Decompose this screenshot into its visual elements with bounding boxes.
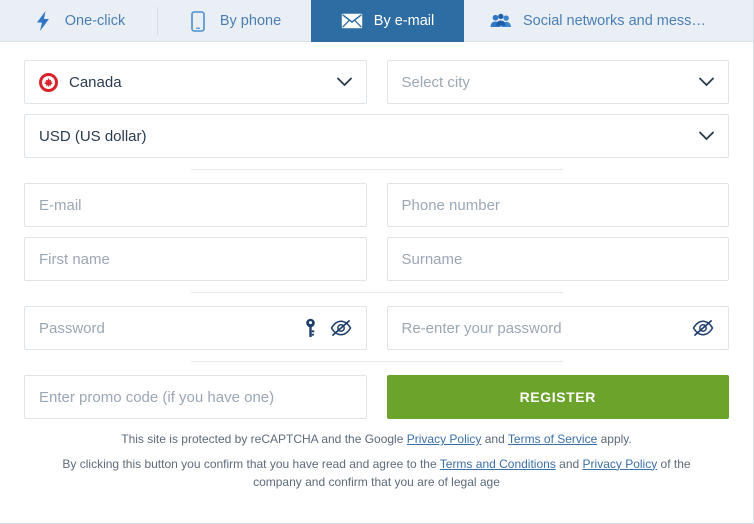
first-name-field[interactable]: First name <box>24 237 367 281</box>
canada-flag-icon <box>39 72 58 92</box>
terms-text-pre: By clicking this button you confirm that… <box>62 456 440 471</box>
password-placeholder: Password <box>39 319 105 337</box>
recaptcha-text-pre: This site is protected by reCAPTCHA and … <box>121 432 407 446</box>
recaptcha-notice: This site is protected by reCAPTCHA and … <box>24 419 729 449</box>
country-city-row: Canada Select city <box>24 60 729 104</box>
first-name-placeholder: First name <box>39 250 110 268</box>
eye-slash-icon[interactable] <box>330 320 352 336</box>
promo-code-field[interactable]: Enter promo code (if you have one) <box>24 375 367 419</box>
terms-and-conditions-link[interactable]: Terms and Conditions <box>440 457 556 471</box>
envelope-icon <box>341 10 363 32</box>
password-field[interactable]: Password <box>24 306 367 350</box>
tab-one-click[interactable]: One-click <box>0 0 157 42</box>
currency-row: USD (US dollar) <box>24 114 729 158</box>
email-phone-row: E-mail Phone number <box>24 183 729 227</box>
tab-social-networks[interactable]: Social networks and mess… <box>464 0 753 42</box>
email-field[interactable]: E-mail <box>24 183 367 227</box>
terms-agreement-notice: By clicking this button you confirm that… <box>24 449 729 492</box>
phone-placeholder: Phone number <box>401 196 500 214</box>
country-value: Canada <box>69 73 122 91</box>
city-placeholder: Select city <box>401 73 470 91</box>
country-select[interactable]: Canada <box>24 60 367 104</box>
currency-value: USD (US dollar) <box>39 127 147 145</box>
email-placeholder: E-mail <box>39 196 82 214</box>
promo-register-row: Enter promo code (if you have one) REGIS… <box>24 375 729 419</box>
registration-form: Canada Select city USD (US dollar) E-mai… <box>0 42 753 492</box>
people-icon <box>490 10 512 32</box>
recaptcha-text-post: apply. <box>597 432 632 446</box>
phone-field[interactable]: Phone number <box>386 183 729 227</box>
google-terms-of-service-link[interactable]: Terms of Service <box>508 432 597 446</box>
recaptcha-text-mid: and <box>481 432 508 446</box>
section-divider-1 <box>24 169 729 170</box>
chevron-down-icon <box>699 77 714 87</box>
surname-placeholder: Surname <box>401 250 463 268</box>
tab-by-email[interactable]: By e-mail <box>311 0 464 42</box>
phone-icon <box>187 10 209 32</box>
name-row: First name Surname <box>24 237 729 281</box>
eye-slash-icon[interactable] <box>692 320 714 336</box>
tab-by-phone[interactable]: By phone <box>157 0 311 42</box>
tab-social-networks-label: Social networks and mess… <box>523 13 706 29</box>
terms-text-mid: and <box>555 456 583 471</box>
key-icon[interactable] <box>303 318 318 338</box>
bolt-icon <box>32 10 54 32</box>
password-repeat-placeholder: Re-enter your password <box>401 319 562 337</box>
google-privacy-policy-link[interactable]: Privacy Policy <box>407 432 482 446</box>
chevron-down-icon <box>699 131 714 141</box>
password-row: Password Re-enter your password <box>24 306 729 350</box>
currency-select[interactable]: USD (US dollar) <box>24 114 729 158</box>
register-button[interactable]: REGISTER <box>386 375 729 419</box>
registration-method-tabs: One-click By phone By e-mail Social netw… <box>0 0 753 42</box>
section-divider-3 <box>24 361 729 362</box>
promo-code-placeholder: Enter promo code (if you have one) <box>39 388 275 406</box>
chevron-down-icon <box>336 77 352 87</box>
company-privacy-policy-link[interactable]: Privacy Policy <box>583 457 658 471</box>
tab-by-email-label: By e-mail <box>373 13 435 29</box>
registration-form-screen: One-click By phone By e-mail Social netw… <box>0 0 754 524</box>
tab-one-click-label: One-click <box>64 13 126 29</box>
password-repeat-field[interactable]: Re-enter your password <box>386 306 729 350</box>
city-select[interactable]: Select city <box>386 60 729 104</box>
section-divider-2 <box>24 292 729 293</box>
surname-field[interactable]: Surname <box>386 237 729 281</box>
tab-by-phone-label: By phone <box>219 13 282 29</box>
